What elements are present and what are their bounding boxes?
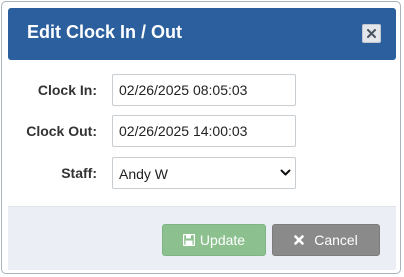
clock-out-input[interactable] [112, 115, 296, 147]
chevron-down-icon [280, 169, 291, 176]
clock-out-label: Clock Out: [26, 123, 97, 139]
dialog-header: Edit Clock In / Out [8, 8, 396, 60]
clock-in-input[interactable] [112, 74, 296, 106]
cancel-button[interactable]: Cancel [272, 224, 380, 256]
close-icon [294, 235, 305, 245]
cancel-label: Cancel [314, 232, 358, 248]
dialog-title: Edit Clock In / Out [27, 22, 183, 42]
clock-in-label: Clock In: [37, 82, 97, 98]
staff-selected-value: Andy W [119, 166, 169, 182]
update-button[interactable]: Update [162, 224, 266, 256]
clock-out-row: Clock Out: [2, 115, 400, 147]
dialog-footer: Update Cancel [8, 206, 396, 270]
staff-label: Staff: [61, 165, 97, 181]
staff-row: Staff: Andy W [2, 157, 400, 189]
close-button[interactable] [362, 24, 381, 43]
clock-in-row: Clock In: [2, 74, 400, 106]
edit-clock-dialog: Edit Clock In / Out Clock In: Clock Out:… [1, 1, 401, 274]
save-icon [182, 234, 195, 246]
update-label: Update [199, 232, 246, 248]
close-icon [367, 29, 376, 38]
staff-select[interactable]: Andy W [112, 157, 296, 189]
